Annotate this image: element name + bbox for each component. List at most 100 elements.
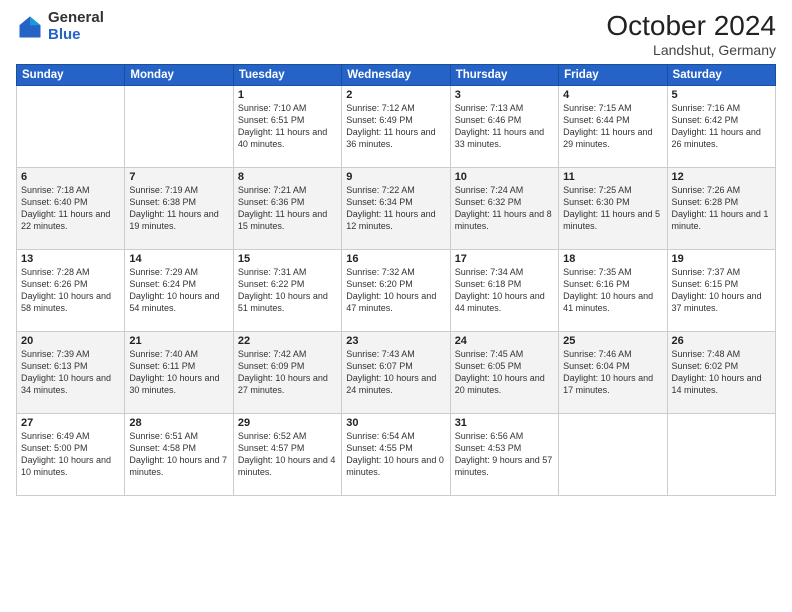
day-number: 13 (21, 253, 120, 265)
day-number: 6 (21, 171, 120, 183)
month-title: October 2024 (606, 10, 776, 42)
col-tuesday: Tuesday (233, 65, 341, 86)
day-number: 9 (346, 171, 445, 183)
day-info: Sunrise: 7:34 AMSunset: 6:18 PMDaylight:… (455, 266, 554, 315)
day-info: Sunrise: 7:15 AMSunset: 6:44 PMDaylight:… (563, 102, 662, 151)
day-info: Sunrise: 7:35 AMSunset: 6:16 PMDaylight:… (563, 266, 662, 315)
day-info: Sunrise: 7:31 AMSunset: 6:22 PMDaylight:… (238, 266, 337, 315)
table-row: 3Sunrise: 7:13 AMSunset: 6:46 PMDaylight… (450, 86, 558, 168)
day-number: 20 (21, 335, 120, 347)
day-number: 8 (238, 171, 337, 183)
day-info: Sunrise: 7:16 AMSunset: 6:42 PMDaylight:… (672, 102, 771, 151)
table-row: 31Sunrise: 6:56 AMSunset: 4:53 PMDayligh… (450, 414, 558, 496)
table-row: 2Sunrise: 7:12 AMSunset: 6:49 PMDaylight… (342, 86, 450, 168)
table-row (559, 414, 667, 496)
day-number: 14 (129, 253, 228, 265)
day-number: 19 (672, 253, 771, 265)
table-row: 20Sunrise: 7:39 AMSunset: 6:13 PMDayligh… (17, 332, 125, 414)
table-row: 7Sunrise: 7:19 AMSunset: 6:38 PMDaylight… (125, 168, 233, 250)
logo-text: General Blue (48, 10, 104, 43)
day-number: 26 (672, 335, 771, 347)
col-wednesday: Wednesday (342, 65, 450, 86)
day-number: 15 (238, 253, 337, 265)
day-info: Sunrise: 7:10 AMSunset: 6:51 PMDaylight:… (238, 102, 337, 151)
col-monday: Monday (125, 65, 233, 86)
day-info: Sunrise: 7:19 AMSunset: 6:38 PMDaylight:… (129, 184, 228, 233)
table-row: 5Sunrise: 7:16 AMSunset: 6:42 PMDaylight… (667, 86, 775, 168)
table-row: 9Sunrise: 7:22 AMSunset: 6:34 PMDaylight… (342, 168, 450, 250)
table-row: 19Sunrise: 7:37 AMSunset: 6:15 PMDayligh… (667, 250, 775, 332)
table-row: 28Sunrise: 6:51 AMSunset: 4:58 PMDayligh… (125, 414, 233, 496)
table-row: 6Sunrise: 7:18 AMSunset: 6:40 PMDaylight… (17, 168, 125, 250)
calendar-week-row: 20Sunrise: 7:39 AMSunset: 6:13 PMDayligh… (17, 332, 776, 414)
table-row: 22Sunrise: 7:42 AMSunset: 6:09 PMDayligh… (233, 332, 341, 414)
table-row: 30Sunrise: 6:54 AMSunset: 4:55 PMDayligh… (342, 414, 450, 496)
day-number: 29 (238, 417, 337, 429)
day-info: Sunrise: 7:43 AMSunset: 6:07 PMDaylight:… (346, 348, 445, 397)
table-row: 23Sunrise: 7:43 AMSunset: 6:07 PMDayligh… (342, 332, 450, 414)
table-row: 24Sunrise: 7:45 AMSunset: 6:05 PMDayligh… (450, 332, 558, 414)
table-row: 16Sunrise: 7:32 AMSunset: 6:20 PMDayligh… (342, 250, 450, 332)
col-saturday: Saturday (667, 65, 775, 86)
day-number: 11 (563, 171, 662, 183)
logo-icon (16, 13, 44, 41)
day-info: Sunrise: 7:18 AMSunset: 6:40 PMDaylight:… (21, 184, 120, 233)
day-info: Sunrise: 7:26 AMSunset: 6:28 PMDaylight:… (672, 184, 771, 233)
day-info: Sunrise: 6:56 AMSunset: 4:53 PMDaylight:… (455, 430, 554, 479)
table-row: 27Sunrise: 6:49 AMSunset: 5:00 PMDayligh… (17, 414, 125, 496)
calendar-table: Sunday Monday Tuesday Wednesday Thursday… (16, 64, 776, 496)
day-number: 10 (455, 171, 554, 183)
day-info: Sunrise: 7:32 AMSunset: 6:20 PMDaylight:… (346, 266, 445, 315)
day-info: Sunrise: 7:40 AMSunset: 6:11 PMDaylight:… (129, 348, 228, 397)
table-row: 14Sunrise: 7:29 AMSunset: 6:24 PMDayligh… (125, 250, 233, 332)
logo: General Blue (16, 10, 104, 43)
table-row: 12Sunrise: 7:26 AMSunset: 6:28 PMDayligh… (667, 168, 775, 250)
day-number: 18 (563, 253, 662, 265)
day-info: Sunrise: 7:39 AMSunset: 6:13 PMDaylight:… (21, 348, 120, 397)
day-number: 28 (129, 417, 228, 429)
day-number: 24 (455, 335, 554, 347)
table-row: 1Sunrise: 7:10 AMSunset: 6:51 PMDaylight… (233, 86, 341, 168)
logo-blue-label: Blue (48, 27, 104, 44)
day-info: Sunrise: 7:22 AMSunset: 6:34 PMDaylight:… (346, 184, 445, 233)
calendar-week-row: 13Sunrise: 7:28 AMSunset: 6:26 PMDayligh… (17, 250, 776, 332)
header: General Blue October 2024 Landshut, Germ… (16, 10, 776, 58)
day-info: Sunrise: 6:51 AMSunset: 4:58 PMDaylight:… (129, 430, 228, 479)
table-row: 4Sunrise: 7:15 AMSunset: 6:44 PMDaylight… (559, 86, 667, 168)
day-number: 1 (238, 89, 337, 101)
day-info: Sunrise: 7:29 AMSunset: 6:24 PMDaylight:… (129, 266, 228, 315)
col-sunday: Sunday (17, 65, 125, 86)
table-row: 8Sunrise: 7:21 AMSunset: 6:36 PMDaylight… (233, 168, 341, 250)
calendar-week-row: 1Sunrise: 7:10 AMSunset: 6:51 PMDaylight… (17, 86, 776, 168)
col-friday: Friday (559, 65, 667, 86)
col-thursday: Thursday (450, 65, 558, 86)
day-number: 3 (455, 89, 554, 101)
day-number: 5 (672, 89, 771, 101)
day-number: 17 (455, 253, 554, 265)
day-number: 16 (346, 253, 445, 265)
day-info: Sunrise: 7:13 AMSunset: 6:46 PMDaylight:… (455, 102, 554, 151)
day-info: Sunrise: 6:49 AMSunset: 5:00 PMDaylight:… (21, 430, 120, 479)
table-row (667, 414, 775, 496)
table-row (125, 86, 233, 168)
day-info: Sunrise: 7:21 AMSunset: 6:36 PMDaylight:… (238, 184, 337, 233)
day-number: 22 (238, 335, 337, 347)
day-number: 23 (346, 335, 445, 347)
calendar-week-row: 6Sunrise: 7:18 AMSunset: 6:40 PMDaylight… (17, 168, 776, 250)
calendar-week-row: 27Sunrise: 6:49 AMSunset: 5:00 PMDayligh… (17, 414, 776, 496)
day-info: Sunrise: 7:24 AMSunset: 6:32 PMDaylight:… (455, 184, 554, 233)
page: General Blue October 2024 Landshut, Germ… (0, 0, 792, 612)
day-info: Sunrise: 7:28 AMSunset: 6:26 PMDaylight:… (21, 266, 120, 315)
day-info: Sunrise: 7:42 AMSunset: 6:09 PMDaylight:… (238, 348, 337, 397)
day-info: Sunrise: 7:46 AMSunset: 6:04 PMDaylight:… (563, 348, 662, 397)
table-row (17, 86, 125, 168)
table-row: 18Sunrise: 7:35 AMSunset: 6:16 PMDayligh… (559, 250, 667, 332)
day-number: 7 (129, 171, 228, 183)
day-info: Sunrise: 7:45 AMSunset: 6:05 PMDaylight:… (455, 348, 554, 397)
day-info: Sunrise: 6:52 AMSunset: 4:57 PMDaylight:… (238, 430, 337, 479)
day-number: 4 (563, 89, 662, 101)
day-info: Sunrise: 7:25 AMSunset: 6:30 PMDaylight:… (563, 184, 662, 233)
day-info: Sunrise: 7:12 AMSunset: 6:49 PMDaylight:… (346, 102, 445, 151)
day-info: Sunrise: 7:48 AMSunset: 6:02 PMDaylight:… (672, 348, 771, 397)
day-number: 25 (563, 335, 662, 347)
